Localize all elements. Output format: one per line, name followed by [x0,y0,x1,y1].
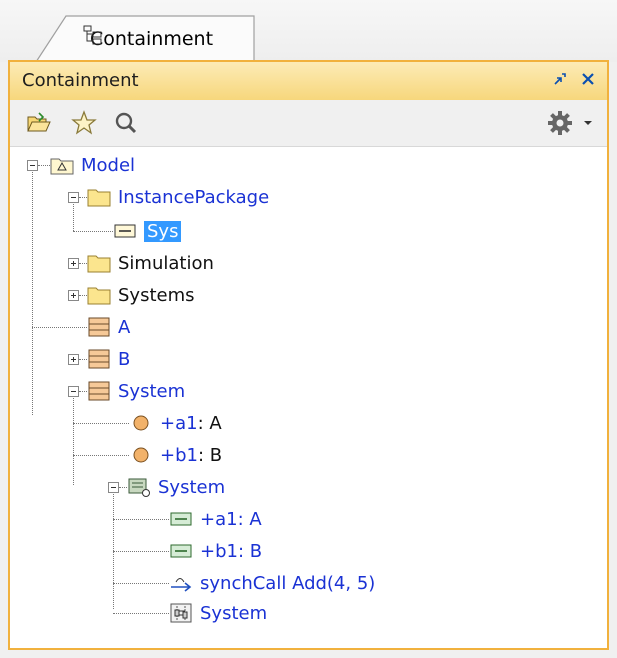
tree-item-diagram-system[interactable]: System [169,599,267,627]
tree-item-sys[interactable]: Sys [113,217,182,245]
tree-label: Systems [118,284,195,306]
tree-label-name: +a1 [200,508,238,530]
tree-label-name: +b1 [200,540,238,562]
open-folder-icon[interactable] [24,109,52,137]
tree-item-part-a1[interactable]: +a1 : A [169,505,262,533]
collapse-system-icon[interactable] [68,386,79,397]
tree-label: System [118,380,186,402]
close-icon[interactable] [581,71,595,90]
search-icon[interactable] [112,109,140,137]
instance-specification-icon [113,220,137,242]
tree-item-part-b1[interactable]: +b1 : B [169,537,262,565]
tree-item-systems[interactable]: Systems [87,281,195,309]
block-icon [87,380,111,402]
package-folder-icon [87,284,111,306]
tree-item-inner-system[interactable]: System [127,473,225,501]
tree-label: Model [81,154,136,176]
tree-label: System [200,602,268,624]
tree-label: Sys [144,220,182,242]
tree-label-name: +b1 [160,444,198,466]
collapse-model-icon[interactable] [27,160,38,171]
tab-containment[interactable]: Containment [36,14,256,63]
package-folder-icon [87,252,111,274]
tab-label: Containment [90,28,214,50]
activity-system-icon [127,476,151,498]
tree-label-type: : B [237,540,263,562]
property-icon [129,444,153,466]
tree-label: System [158,476,226,498]
star-icon[interactable] [70,109,98,137]
tree-label: B [118,348,131,370]
block-icon [87,316,111,338]
containment-tree: Model InstancePackage Sys Simulation Sys [10,147,607,648]
package-folder-icon [87,186,111,208]
tree-item-system[interactable]: System [87,377,185,405]
tree-label: synchCall Add(4, 5) [200,572,376,594]
block-icon [87,348,111,370]
collapse-instancepackage-icon[interactable] [68,192,79,203]
tree-label: Simulation [118,252,214,274]
collapse-inner-system-icon[interactable] [108,482,119,493]
containment-panel: Containment Model InstancePackage Sys Si… [8,60,609,650]
panel-title: Containment [22,70,139,91]
tree-item-synch-call[interactable]: synchCall Add(4, 5) [169,569,375,597]
expand-systems-icon[interactable] [68,290,79,301]
tab-strip: Containment [0,0,617,63]
tree-item-instancepackage[interactable]: InstancePackage [87,183,269,211]
part-icon [169,508,193,530]
property-icon [129,412,153,434]
toolbar [10,100,607,147]
tree-label-type: : A [237,508,262,530]
tree-item-model[interactable]: Model [50,151,135,179]
part-icon [169,540,193,562]
tree-label-type: : A [197,412,222,434]
tree-label: InstancePackage [118,186,270,208]
tree-item-property-b1[interactable]: +b1 : B [129,441,222,469]
tree-item-b[interactable]: B [87,345,130,373]
sequence-diagram-icon [169,602,193,624]
expand-simulation-icon[interactable] [68,258,79,269]
expand-b-icon[interactable] [68,354,79,365]
tree-item-simulation[interactable]: Simulation [87,249,214,277]
model-package-icon [50,154,74,176]
dropdown-arrow-icon[interactable] [580,109,596,137]
restore-icon[interactable] [553,71,567,90]
tree-label: A [118,316,131,338]
tree-item-property-a1[interactable]: +a1 : A [129,409,222,437]
panel-titlebar: Containment [10,62,607,101]
tree-label-type: : B [197,444,223,466]
tree-label-name: +a1 [160,412,198,434]
tree-item-a[interactable]: A [87,313,130,341]
call-message-icon [169,572,193,594]
gear-icon[interactable] [546,109,574,137]
